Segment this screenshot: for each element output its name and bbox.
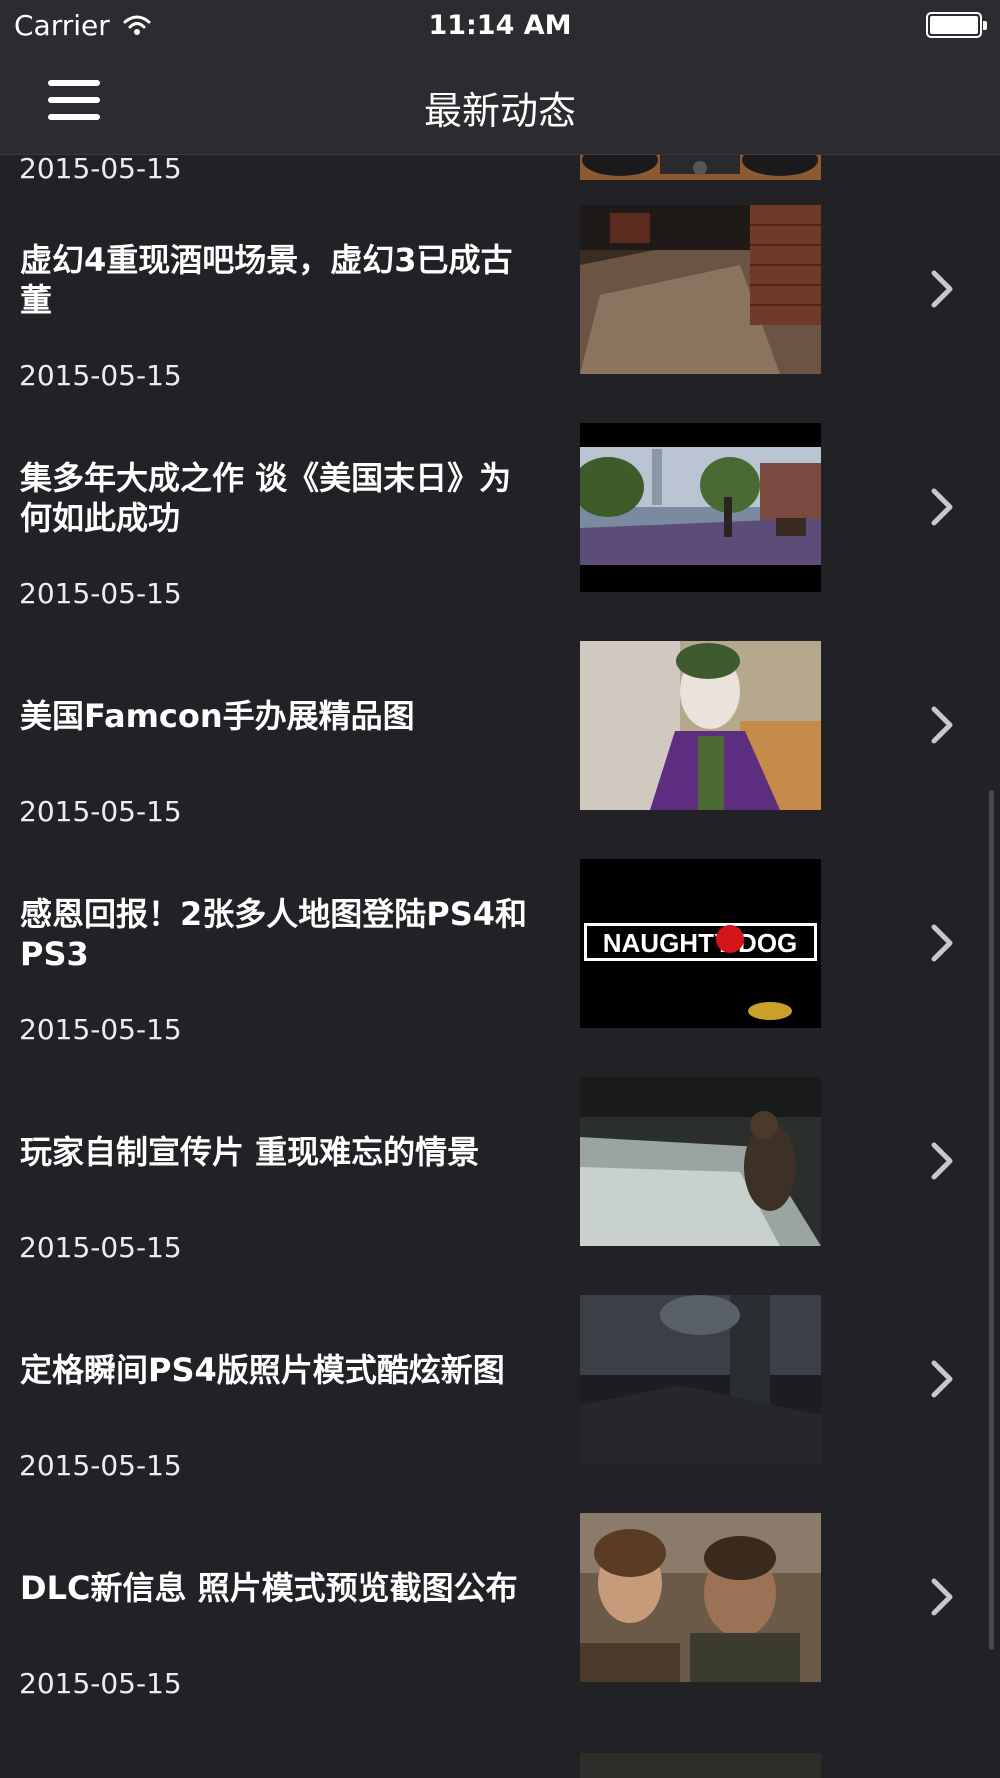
- item-date: 2015-05-15: [19, 1667, 182, 1700]
- chevron-right-icon: [931, 270, 953, 308]
- page-title: 最新动态: [423, 89, 576, 133]
- item-date: 2015-05-15: [19, 359, 182, 392]
- naughty-dog-logo-thumbnail: NAUGHTY DOG: [580, 859, 821, 1028]
- joker-figure-thumbnail: [580, 641, 821, 810]
- item-title: 虚幻4重现酒吧场景，虚幻3已成古董: [20, 241, 513, 319]
- chevron-right-icon: [931, 924, 953, 962]
- item-title: 感恩回报！2张多人地图登陆PS4和PS3: [20, 895, 528, 973]
- scrollbar[interactable]: [989, 790, 994, 1650]
- item-date: 2015-05-15: [19, 577, 182, 610]
- list-item[interactable]: 美国Famcon手办展精品图 2015-05-15: [0, 641, 1000, 859]
- list-item-partial[interactable]: [0, 1753, 1000, 1778]
- city-ruins-thumbnail: [580, 423, 821, 592]
- list-item[interactable]: 虚幻4重现酒吧场景，虚幻3已成古董 2015-05-15: [0, 205, 1000, 423]
- chevron-right-icon: [931, 1578, 953, 1616]
- thumbnail-partial: [580, 1753, 821, 1778]
- naughty-dog-logo-text: NAUGHTY DOG: [603, 928, 798, 958]
- item-date: 2015-05-15: [19, 1231, 182, 1264]
- list-item[interactable]: 集多年大成之作 谈《美国末日》为何如此成功 2015-05-15: [0, 423, 1000, 641]
- chevron-right-icon: [931, 488, 953, 526]
- battery-icon: [926, 12, 987, 38]
- list-item[interactable]: 定格瞬间PS4版照片模式酷炫新图 2015-05-15: [0, 1295, 1000, 1513]
- item-date: 2015-05-15: [19, 795, 182, 828]
- bar-scene-thumbnail: [580, 205, 821, 374]
- item-date: 2015-05-15: [19, 1013, 182, 1046]
- item-title: 玩家自制宣传片 重现难忘的情景: [20, 1133, 480, 1171]
- navigation-bar: 最新动态: [0, 50, 1000, 155]
- list-item[interactable]: 感恩回报！2张多人地图登陆PS4和PS3 NAUGHTY DOG 2015-05…: [0, 859, 1000, 1077]
- waterfall-scene-thumbnail: [580, 1077, 821, 1246]
- status-time: 11:14 AM: [428, 9, 572, 41]
- characters-thumbnail: [580, 1513, 821, 1682]
- list-item[interactable]: DLC新信息 照片模式预览截图公布 2015-05-15: [0, 1513, 1000, 1731]
- item-date: 2015-05-15: [19, 1449, 182, 1482]
- chevron-right-icon: [931, 1360, 953, 1398]
- item-title: DLC新信息 照片模式预览截图公布: [20, 1569, 518, 1607]
- dark-ruins-thumbnail: [580, 1295, 821, 1464]
- item-date: 2015-05-15: [19, 152, 182, 185]
- item-title: 美国Famcon手办展精品图: [20, 697, 415, 735]
- item-title: 集多年大成之作 谈《美国末日》为何如此成功: [20, 459, 512, 537]
- status-bar: Carrier 11:14 AM: [0, 0, 1000, 50]
- news-list: 2015-05-15 虚幻4重现酒吧场景，虚幻3已成古董 2015-05-15 …: [0, 0, 1000, 1778]
- chevron-right-icon: [931, 706, 953, 744]
- chevron-right-icon: [931, 1142, 953, 1180]
- list-item[interactable]: 玩家自制宣传片 重现难忘的情景 2015-05-15: [0, 1077, 1000, 1295]
- thumbnail-partial: [580, 154, 821, 180]
- item-title: 定格瞬间PS4版照片模式酷炫新图: [20, 1351, 505, 1389]
